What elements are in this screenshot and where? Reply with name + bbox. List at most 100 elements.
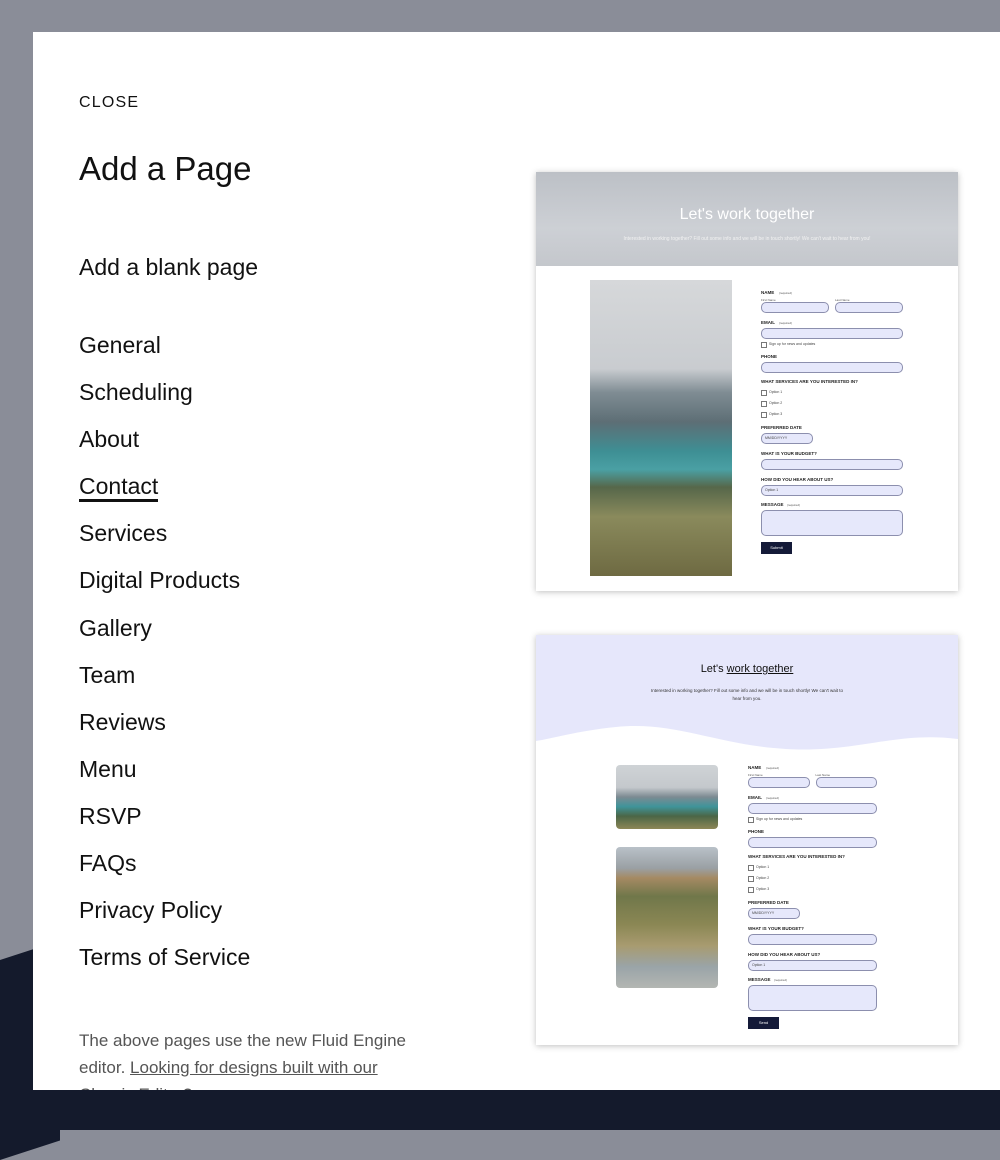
budget-field[interactable]: [748, 934, 877, 945]
category-label: Digital Products: [79, 567, 241, 594]
add-page-panel: CLOSE Add a Page Add a blank page Genera…: [33, 32, 1000, 1090]
hear-selected: Option 1: [752, 963, 766, 967]
date-placeholder: MM/DD/YYYY: [752, 911, 775, 915]
category-label: Privacy Policy: [79, 897, 223, 924]
first-name-field[interactable]: [761, 302, 829, 313]
category-label: RSVP: [79, 802, 142, 829]
category-item-general[interactable]: General: [79, 328, 250, 375]
phone-field[interactable]: [748, 837, 877, 848]
email-field[interactable]: [748, 803, 877, 814]
category-item-terms-of-service[interactable]: Terms of Service: [79, 940, 250, 987]
category-item-gallery[interactable]: Gallery: [79, 611, 250, 658]
category-label: Services: [79, 520, 168, 547]
footnote: The above pages use the new Fluid Engine…: [79, 1027, 429, 1090]
services-label: WHAT SERVICES ARE YOU INTERESTED IN?: [748, 854, 845, 859]
template-heading: Let's work together: [679, 206, 815, 223]
option1-checkbox[interactable]: [761, 390, 767, 396]
hear-label: HOW DID YOU HEAR ABOUT US?: [761, 477, 834, 482]
option2-label: Option 2: [769, 401, 783, 405]
date-label: PREFERRED DATE: [748, 900, 789, 905]
last-name-field[interactable]: [835, 302, 903, 313]
budget-label: WHAT IS YOUR BUDGET?: [761, 451, 817, 456]
hear-label: HOW DID YOU HEAR ABOUT US?: [748, 952, 821, 957]
category-item-reviews[interactable]: Reviews: [79, 705, 250, 752]
category-label: Menu: [79, 755, 137, 782]
phone-field[interactable]: [761, 362, 903, 373]
signup-label: Sign up for news and updates: [756, 817, 803, 821]
hear-select[interactable]: [761, 485, 903, 496]
required-note: (required): [766, 766, 780, 770]
first-name-field[interactable]: [748, 777, 810, 788]
category-item-services[interactable]: Services: [79, 516, 250, 563]
category-item-faqs[interactable]: FAQs: [79, 846, 250, 893]
required-note: (required): [779, 321, 793, 325]
date-placeholder: MM/DD/YYYY: [765, 436, 788, 440]
category-label: FAQs: [79, 850, 137, 877]
category-item-about[interactable]: About: [79, 422, 250, 469]
category-label: Team: [79, 661, 136, 688]
template-subtext: Interested in working together? Fill out…: [650, 688, 844, 701]
message-field[interactable]: [761, 510, 903, 536]
template-card-contact-1[interactable]: Let's work together Interested in workin…: [536, 172, 958, 591]
close-button[interactable]: CLOSE: [79, 94, 139, 112]
template-hero-text: Let's work together Interested in workin…: [536, 635, 958, 755]
option3-checkbox[interactable]: [761, 412, 767, 418]
template-heading: Let's work together: [536, 663, 958, 675]
category-label: Reviews: [79, 708, 166, 735]
option2-checkbox[interactable]: [748, 876, 754, 882]
template-heading-underlined: work together: [726, 663, 794, 675]
required-note: (required): [787, 503, 801, 507]
signup-label: Sign up for news and updates: [769, 342, 816, 346]
lake-photo: [616, 765, 718, 829]
signup-checkbox[interactable]: [761, 342, 767, 348]
message-field[interactable]: [748, 985, 877, 1011]
category-label: Terms of Service: [79, 944, 251, 971]
option3-checkbox[interactable]: [748, 887, 754, 893]
path-landscape-photo: [616, 847, 718, 988]
phone-label: PHONE: [748, 829, 765, 834]
contact-form-preview: NAME (required) First Name Last Name EMAIL (r…: [748, 765, 878, 1035]
option2-label: Option 2: [756, 876, 770, 880]
message-label: MESSAGE: [748, 977, 771, 982]
budget-label: WHAT IS YOUR BUDGET?: [748, 926, 804, 931]
category-list: General Scheduling About Contact Services Dig…: [79, 328, 250, 987]
category-label: Contact: [79, 473, 159, 503]
option1-checkbox[interactable]: [748, 865, 754, 871]
date-label: PREFERRED DATE: [761, 425, 802, 430]
category-item-privacy-policy[interactable]: Privacy Policy: [79, 893, 250, 940]
category-item-digital-products[interactable]: Digital Products: [79, 563, 250, 610]
option2-checkbox[interactable]: [761, 401, 767, 407]
name-label: NAME: [748, 765, 762, 770]
submit-button[interactable]: Send: [748, 1017, 779, 1029]
option3-label: Option 3: [769, 412, 783, 416]
template-card-contact-2[interactable]: Let's work together Interested in workin…: [536, 635, 958, 1045]
message-label: MESSAGE: [761, 502, 784, 507]
option3-label: Option 3: [756, 887, 770, 891]
email-field[interactable]: [761, 328, 903, 339]
category-item-rsvp[interactable]: RSVP: [79, 799, 250, 846]
signup-checkbox[interactable]: [748, 817, 754, 823]
option1-label: Option 1: [769, 390, 783, 394]
add-blank-page-link[interactable]: Add a blank page: [79, 254, 258, 281]
hear-selected: Option 1: [765, 488, 779, 492]
required-note: (required): [766, 796, 780, 800]
submit-button[interactable]: Submit: [761, 542, 792, 554]
budget-field[interactable]: [761, 459, 903, 470]
required-note: (required): [779, 291, 793, 295]
email-label: EMAIL: [748, 795, 762, 800]
page-title: Add a Page: [79, 150, 252, 187]
category-label: Gallery: [79, 614, 152, 641]
category-item-contact[interactable]: Contact: [79, 469, 250, 516]
category-item-team[interactable]: Team: [79, 658, 250, 705]
name-label: NAME: [761, 290, 775, 295]
category-item-scheduling[interactable]: Scheduling: [79, 375, 250, 422]
required-note: (required): [774, 978, 788, 982]
category-label: About: [79, 426, 140, 453]
category-item-menu[interactable]: Menu: [79, 752, 250, 799]
hear-select[interactable]: [748, 960, 877, 971]
option1-label: Option 1: [756, 865, 770, 869]
phone-label: PHONE: [761, 354, 778, 359]
email-label: EMAIL: [761, 320, 775, 325]
mountain-lake-photo: [590, 280, 732, 576]
last-name-field[interactable]: [815, 777, 877, 788]
